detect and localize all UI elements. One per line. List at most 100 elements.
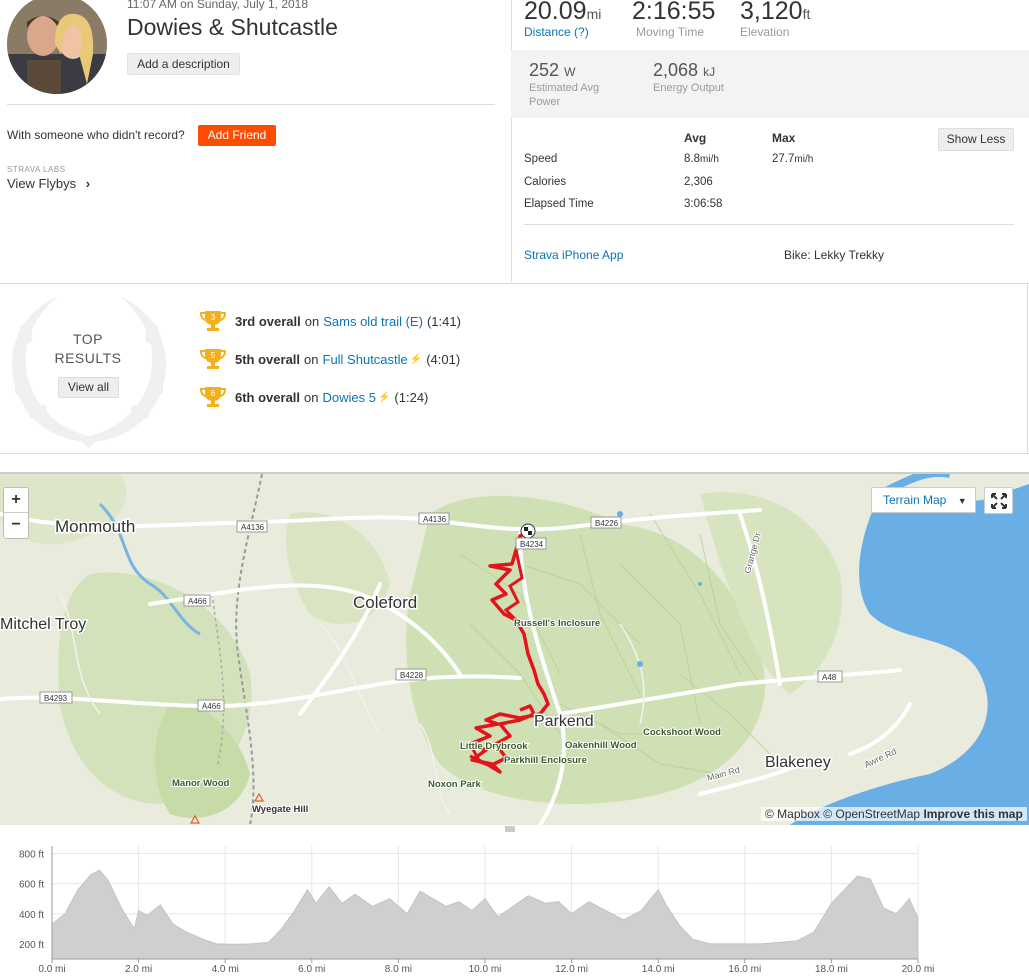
- energy-label: Energy Output: [653, 82, 724, 94]
- road-shield: B4228: [400, 671, 424, 680]
- activity-title: Dowies & Shutcastle: [127, 14, 338, 40]
- show-less-button[interactable]: Show Less: [938, 128, 1014, 151]
- elapsed-time-avg: 3:06:58: [684, 198, 723, 210]
- place-label: Oakenhill Wood: [565, 740, 637, 751]
- place-label: Coleford: [353, 593, 417, 612]
- fullscreen-button[interactable]: [984, 487, 1013, 514]
- divider: [0, 283, 1029, 284]
- zoom-control: + −: [3, 487, 29, 539]
- road-shield: A48: [822, 673, 837, 682]
- result-time: (1:24): [394, 389, 429, 405]
- top-results-title-1: TOP: [72, 331, 104, 347]
- power-label-1: Estimated Avg: [529, 82, 600, 94]
- route-map[interactable]: A4136 A4136 B4226 B4234 A466 A466 B4228 …: [0, 474, 1029, 825]
- result-place: 3rd overall: [235, 313, 301, 329]
- zoom-in-button[interactable]: +: [4, 488, 28, 513]
- zoom-out-button[interactable]: −: [4, 513, 28, 538]
- x-tick-label: 10.0 mi: [469, 964, 502, 975]
- speed-max-value: 27.7: [772, 153, 795, 165]
- result-on: on: [304, 351, 319, 367]
- trophy-icon: 5: [199, 347, 227, 371]
- trophy-icon: 3: [199, 309, 227, 333]
- divider: [524, 224, 1014, 225]
- power-value: 252: [529, 60, 560, 80]
- attribution-text[interactable]: © Mapbox © OpenStreetMap: [765, 807, 920, 821]
- result-item: 6 6th overall on Dowies 5 ⚡ (1:24): [199, 385, 429, 409]
- road-shield: A466: [188, 597, 207, 606]
- moving-time-value: 2:16:55: [632, 0, 716, 25]
- elevation-label: Elevation: [740, 25, 790, 39]
- road-shield: A466: [202, 702, 221, 711]
- place-label: Parkend: [534, 713, 594, 730]
- x-tick-label: 0.0 mi: [38, 964, 65, 975]
- flybys-label: View Flybys: [7, 176, 77, 191]
- speed-max: 27.7mi/h: [772, 153, 813, 165]
- max-header: Max: [772, 131, 796, 145]
- elevation-chart[interactable]: 200 ft 400 ft 600 ft 800 ft 0.0 mi 2.0 mi 4.0 …: [0, 826, 1029, 976]
- divider: [511, 0, 512, 282]
- distance-label[interactable]: Distance (?): [524, 25, 601, 39]
- divider: [7, 104, 495, 105]
- elevation-value: 3,120: [740, 0, 803, 25]
- svg-text:6: 6: [211, 389, 216, 398]
- energy-stat: 2,068 kJ Energy Output: [653, 60, 724, 95]
- top-results-title-2: RESULTS: [54, 350, 122, 366]
- x-tick-label: 8.0 mi: [385, 964, 412, 975]
- place-label: Blakeney: [765, 754, 831, 771]
- strava-labs-label: STRAVA LABS: [7, 165, 66, 174]
- energy-value: 2,068: [653, 60, 699, 80]
- place-label: Little Drybrook: [460, 741, 528, 752]
- distance-unit: mi: [586, 6, 602, 22]
- view-flybys-link[interactable]: View Flybys ›: [7, 176, 90, 191]
- road-shield: B4234: [520, 540, 544, 549]
- y-tick-label: 200 ft: [19, 940, 44, 951]
- result-time: (4:01): [426, 351, 461, 367]
- add-friend-button[interactable]: Add Friend: [198, 125, 276, 146]
- map-attribution: © Mapbox © OpenStreetMap Improve this ma…: [761, 807, 1027, 821]
- place-label: Mitchel Troy: [0, 616, 86, 633]
- elevation-unit: ft: [802, 6, 811, 22]
- road-shield: B4226: [595, 519, 619, 528]
- svg-text:5: 5: [211, 351, 216, 360]
- chevron-right-icon: ›: [85, 176, 91, 191]
- trophy-icon: 6: [199, 385, 227, 409]
- flag-icon: ⚡: [409, 353, 423, 365]
- add-description-button[interactable]: Add a description: [127, 53, 240, 75]
- laurel-wreath-icon: [11, 296, 167, 448]
- moving-time-stat: 2:16:55 Moving Time: [632, 0, 715, 39]
- expand-icon: [990, 493, 1007, 509]
- x-tick-label: 12.0 mi: [555, 964, 588, 975]
- speed-max-unit: mi/h: [794, 154, 814, 165]
- view-all-button[interactable]: View all: [58, 377, 119, 398]
- segment-link[interactable]: Dowies 5: [323, 390, 376, 405]
- speed-avg-unit: mi/h: [700, 154, 719, 165]
- athlete-avatar[interactable]: [7, 0, 107, 94]
- distance-stat: 20.09mi Distance (?): [524, 0, 601, 39]
- result-place: 5th overall: [235, 351, 301, 367]
- place-label: Cockshoot Wood: [643, 727, 721, 738]
- top-results-title: TOP RESULTS: [50, 330, 126, 368]
- result-time: (1:41): [426, 313, 461, 329]
- device-link[interactable]: Strava iPhone App: [524, 248, 623, 262]
- x-tick-label: 20.0 mi: [902, 964, 935, 975]
- result-place: 6th overall: [235, 389, 301, 405]
- calories-label: Calories: [524, 176, 567, 188]
- x-tick-label: 4.0 mi: [212, 964, 239, 975]
- improve-map-link[interactable]: Improve this map: [923, 807, 1022, 821]
- y-tick-label: 800 ft: [19, 850, 44, 861]
- map-canvas: A4136 A4136 B4226 B4234 A466 A466 B4228 …: [0, 474, 1029, 825]
- flag-icon: ⚡: [377, 391, 391, 403]
- map-style-dropdown[interactable]: Terrain Map ▼: [871, 487, 976, 513]
- energy-unit: kJ: [703, 65, 716, 79]
- segment-link[interactable]: Sams old trail (E): [323, 314, 423, 329]
- distance-value: 20.09: [524, 0, 587, 25]
- place-label: Parkhill Enclosure: [504, 755, 587, 766]
- y-tick-label: 400 ft: [19, 910, 44, 921]
- place-label: Monmouth: [55, 517, 135, 536]
- segment-link[interactable]: Full Shutcastle: [323, 352, 408, 367]
- power-unit: W: [564, 65, 576, 79]
- x-tick-label: 2.0 mi: [125, 964, 152, 975]
- elapsed-time-label: Elapsed Time: [524, 198, 594, 210]
- y-tick-label: 600 ft: [19, 880, 44, 891]
- caret-down-icon: ▼: [957, 496, 967, 506]
